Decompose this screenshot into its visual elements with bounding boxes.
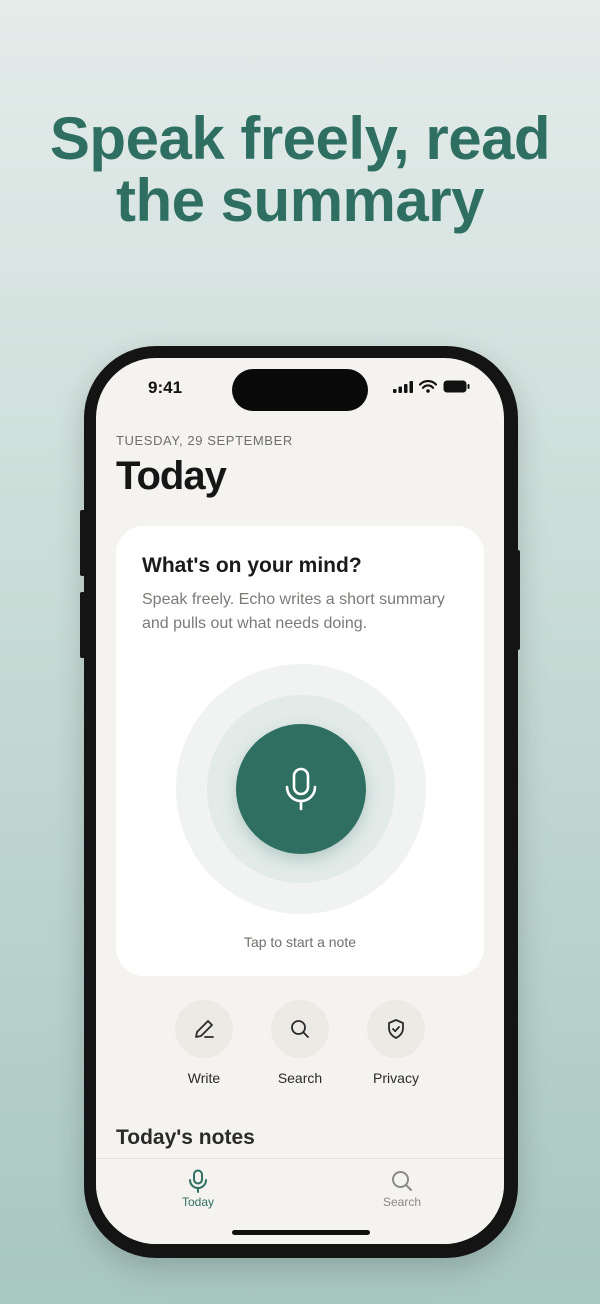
search-action-label: Search [277, 1070, 323, 1086]
wifi-icon [419, 380, 437, 393]
record-card: What's on your mind? Speak freely. Echo … [116, 526, 484, 976]
status-icons [393, 380, 470, 393]
power-button [515, 550, 520, 650]
microphone-icon [189, 1169, 207, 1193]
headline-line-2: the summary [116, 167, 484, 234]
notes-heading: Today's notes [116, 1126, 255, 1149]
quick-actions: Write Search Privacy [156, 1000, 444, 1086]
privacy-action-label: Privacy [373, 1070, 419, 1086]
search-action-circle[interactable] [271, 1000, 329, 1058]
page-title: Today [116, 454, 227, 498]
shield-check-icon [388, 1019, 404, 1039]
search-icon [392, 1171, 412, 1191]
battery-icon [443, 380, 470, 393]
dynamic-island [232, 369, 368, 411]
write-action-circle[interactable] [175, 1000, 233, 1058]
tab-search-label: Search [382, 1195, 422, 1209]
privacy-action[interactable]: Privacy [348, 1000, 444, 1086]
volume-button [80, 592, 85, 658]
home-indicator [232, 1230, 370, 1235]
tab-search[interactable]: Search [362, 1169, 442, 1209]
microphone-icon [285, 767, 317, 811]
date-label: TUESDAY, 29 SEPTEMBER [116, 433, 293, 448]
signal-icon [393, 380, 413, 393]
tab-today-label: Today [181, 1195, 215, 1209]
search-action[interactable]: Search [252, 1000, 348, 1086]
card-description: Speak freely. Echo writes a short summar… [142, 591, 445, 632]
card-title: What's on your mind? [142, 554, 362, 577]
privacy-action-circle[interactable] [367, 1000, 425, 1058]
status-time: 9:41 [148, 378, 183, 397]
pencil-icon [195, 1020, 214, 1038]
headline-line-1: Speak freely, read [49, 105, 551, 172]
tap-hint: Tap to start a note [243, 934, 357, 950]
phone-screen: 9:41 TUESDAY, 29 SEPTEMBER Today What's … [96, 358, 504, 1244]
tab-today[interactable]: Today [158, 1169, 238, 1209]
write-action-label: Write [187, 1070, 221, 1086]
write-action[interactable]: Write [156, 1000, 252, 1086]
silent-switch [80, 510, 85, 576]
headline: Speak freely, read the summary [0, 108, 600, 232]
search-icon [291, 1020, 309, 1038]
record-button[interactable] [236, 724, 366, 854]
